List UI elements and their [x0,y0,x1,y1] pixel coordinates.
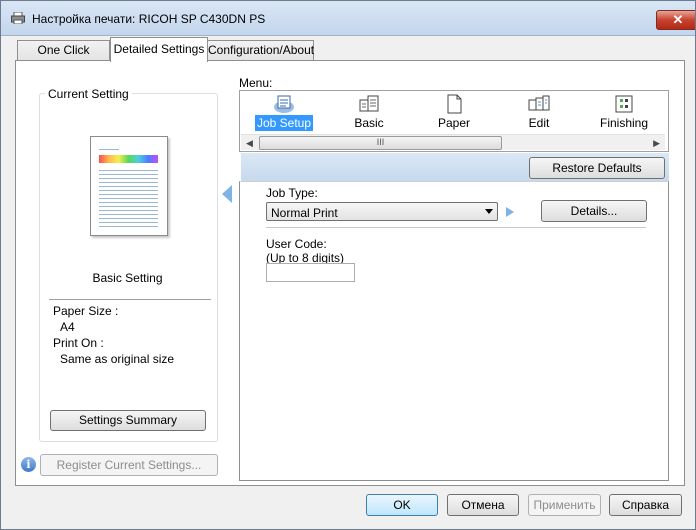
apply-button[interactable]: Применить [528,494,601,516]
menu-item-label: Finishing [599,116,649,130]
menu-item-basic[interactable]: Basic [334,91,404,131]
menu-item-finishing[interactable]: Finishing [589,91,659,131]
menu-item-label: Basic [354,116,384,130]
divider [266,227,646,228]
job-type-value: Normal Print [271,206,338,220]
scroll-right-icon[interactable]: ▶ [653,138,660,149]
finishing-icon [615,95,633,113]
user-code-input[interactable] [266,263,355,282]
menu-item-paper[interactable]: Paper [419,91,489,131]
menu-item-job-setup[interactable]: Job Setup [249,91,319,131]
paper-size-label: Paper Size : [53,304,119,318]
collapse-arrow-icon[interactable] [222,185,232,203]
menu-horizontal-scrollbar[interactable]: ◀ III ▶ [241,134,665,150]
tab-label: Detailed Settings [113,42,205,56]
menu-label: Menu: [239,76,273,90]
divider [49,299,211,300]
paper-icon [447,94,462,114]
menu-item-label: Paper [437,116,471,130]
tab-one-click-presets[interactable]: One Click Presets [17,40,110,76]
arrow-right-icon [506,207,514,217]
edit-icon [528,95,550,111]
paper-size-value: A4 [60,320,75,334]
preview-text-lines [99,167,158,227]
print-on-value: Same as original size [60,352,175,366]
tab-label: Configuration/About [208,43,315,57]
tab-detailed-settings[interactable]: Detailed Settings [110,37,208,62]
current-setting-title: Current Setting [45,87,132,101]
preview-color-bar [99,155,158,163]
help-button[interactable]: Справка [609,494,682,516]
basic-icon [359,95,379,112]
window-title: Настройка печати: RICOH SP C430DN PS [32,12,266,26]
job-setup-icon [274,95,294,113]
close-icon: ✕ [672,12,684,27]
settings-panel [239,181,669,481]
user-code-label: User Code: [266,237,327,251]
register-current-settings-button[interactable]: Register Current Settings... [40,454,218,476]
details-button[interactable]: Details... [541,200,647,222]
info-icon: i [21,457,36,472]
scroll-left-icon[interactable]: ◀ [246,138,253,149]
ok-button[interactable]: OK [366,494,438,516]
close-button[interactable]: ✕ [656,10,695,30]
restore-defaults-button[interactable]: Restore Defaults [529,157,665,179]
menu-item-label: Job Setup [254,115,314,131]
settings-summary-button[interactable]: Settings Summary [50,410,206,431]
printer-icon [11,12,25,24]
menu-item-label: Edit [528,116,550,130]
page-preview [90,136,168,236]
job-type-select[interactable]: Normal Print [266,202,498,221]
title-bar: Настройка печати: RICOH SP C430DN PS [1,1,695,36]
tab-configuration-about[interactable]: Configuration/About [207,40,314,61]
print-on-label: Print On : [53,336,104,350]
chevron-down-icon [485,209,493,214]
job-type-label: Job Type: [266,186,318,200]
menu-item-edit[interactable]: Edit [504,91,574,131]
print-settings-window: Настройка печати: RICOH SP C430DN PS ✕ O… [0,0,696,530]
cancel-button[interactable]: Отмена [447,494,519,516]
preview-caption: Basic Setting [92,271,163,285]
scroll-thumb[interactable]: III [259,136,502,150]
